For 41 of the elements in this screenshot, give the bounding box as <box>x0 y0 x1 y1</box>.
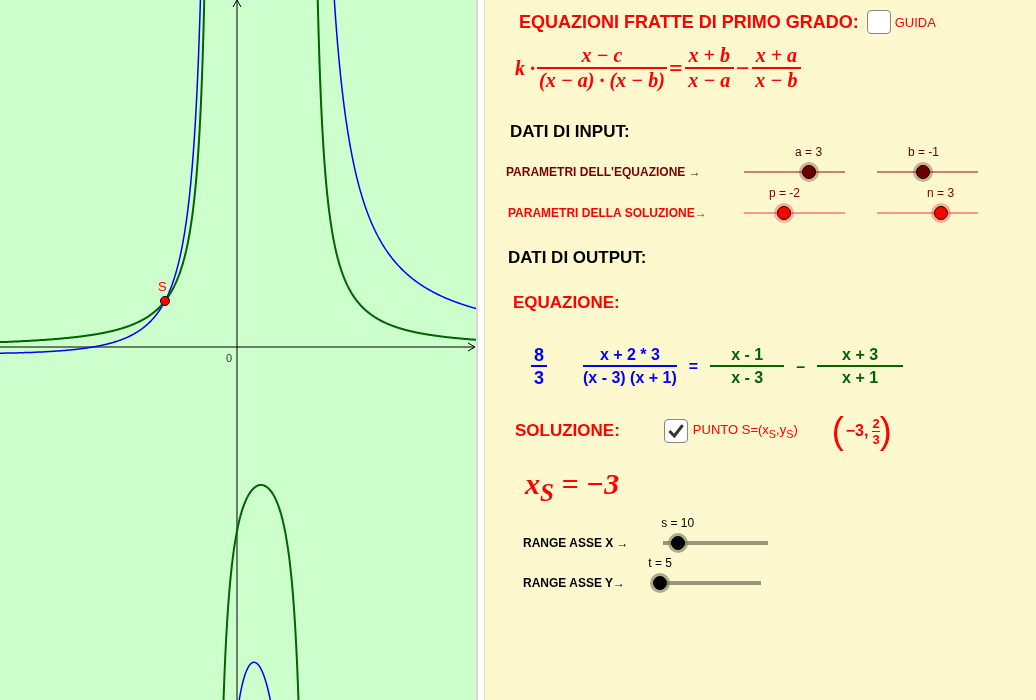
point-checkbox[interactable] <box>663 419 688 443</box>
equation-heading: EQUAZIONE: <box>512 293 621 313</box>
formula-operator: = <box>668 54 683 82</box>
slider-value: t = 5 <box>648 556 673 570</box>
point-label: S <box>158 279 167 294</box>
range-label: RANGE ASSE Y→ <box>523 576 627 590</box>
range-label: RANGE ASSE X → <box>523 536 630 550</box>
slider-value: n = 3 <box>927 186 955 200</box>
slider-value: s = 10 <box>661 516 695 530</box>
guide-label: GUIDA <box>894 14 936 30</box>
equation-operator: = <box>688 358 699 376</box>
equation-fraction: 8 3 <box>531 345 547 389</box>
formula-fraction: x − c (x − a) · (x − b) <box>539 44 665 92</box>
guide-checkbox[interactable] <box>866 10 891 34</box>
parameter-label: PARAMETRI DELL'EQUAZIONE → <box>506 165 702 179</box>
point-s[interactable] <box>160 296 170 306</box>
equation-fraction: x + 2 * 3 (x - 3) (x + 1) <box>583 345 677 388</box>
slider-value: b = -1 <box>907 145 939 159</box>
equation-fraction: x - 1 x - 3 <box>710 345 785 389</box>
parameter-label: PARAMETRI DELLA SOLUZIONE→ <box>507 206 708 220</box>
formula-fraction: x + b x − a <box>686 44 732 92</box>
slider-value: a = 3 <box>795 145 823 159</box>
input-heading: DATI DI INPUT: <box>509 122 631 142</box>
formula-operator: − <box>736 54 750 82</box>
slider-thumb[interactable] <box>916 165 931 179</box>
point-checkbox-label: PUNTO S=(x$_{S}$,y$_{S}$) <box>692 422 798 440</box>
slider-value: p = -2 <box>768 186 800 200</box>
slider-thumb[interactable] <box>653 576 668 590</box>
solution-result: x$_{S}$ = −3 <box>523 467 621 503</box>
equation-fraction: x + 3 x + 1 <box>817 345 904 389</box>
solution-heading: SOLUZIONE: <box>515 421 620 441</box>
formula-factor: k · <box>515 56 535 80</box>
origin-label: 0 <box>226 352 233 364</box>
slider-thumb[interactable] <box>801 165 816 179</box>
slider-thumb[interactable] <box>777 206 792 220</box>
slider-thumb[interactable] <box>933 206 948 220</box>
equation-operator: – <box>796 358 806 376</box>
slider-thumb[interactable] <box>670 536 685 550</box>
formula-fraction: x + a x − b <box>753 44 800 92</box>
output-heading: DATI DI OUTPUT: <box>507 248 648 268</box>
app-title: EQUAZIONI FRATTE DI PRIMO GRADO: <box>519 11 859 33</box>
